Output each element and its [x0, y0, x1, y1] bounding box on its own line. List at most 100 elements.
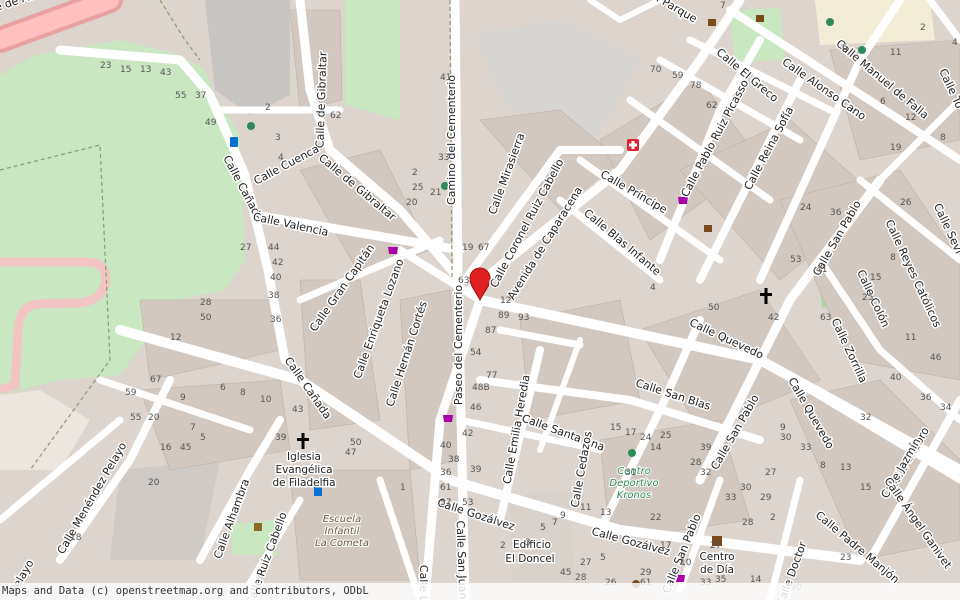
- house-number: 67: [150, 375, 161, 385]
- cafe-icon: [704, 225, 712, 232]
- shop-icon: [388, 247, 398, 254]
- house-number: 14: [650, 443, 662, 453]
- house-number: 6: [220, 383, 226, 393]
- house-number: 63: [458, 276, 469, 286]
- house-number: 48B: [472, 383, 490, 393]
- school-label: Infantil: [325, 526, 360, 537]
- house-number: 13: [140, 65, 151, 75]
- school-icon: [254, 523, 262, 531]
- pharmacy-icon: [627, 139, 639, 151]
- house-number: 25: [412, 183, 423, 193]
- house-number: 42: [462, 429, 473, 439]
- house-number: 5: [200, 433, 206, 443]
- sport-icon: [628, 449, 636, 457]
- sport-icon: [826, 18, 834, 26]
- house-number: 28: [575, 573, 587, 583]
- house-number: 20: [148, 478, 160, 488]
- house-number: 9: [780, 423, 786, 433]
- house-number: 10: [260, 395, 272, 405]
- sport-label: Deportivo: [609, 478, 658, 489]
- house-number: 67: [478, 243, 489, 253]
- house-number: 13: [600, 508, 611, 518]
- house-number: 7: [190, 423, 196, 433]
- school-label: Escuela: [323, 514, 361, 525]
- house-number: 8: [820, 461, 826, 471]
- poi-label: Centro: [699, 551, 734, 563]
- house-number: 36: [440, 468, 452, 478]
- house-number: 36: [270, 315, 282, 325]
- house-number: 50: [200, 313, 212, 323]
- house-number: 39: [275, 433, 287, 443]
- house-number: 62: [706, 101, 717, 111]
- house-number: 17: [625, 428, 636, 438]
- house-number: 6: [842, 43, 848, 53]
- house-number: 45: [560, 568, 571, 578]
- house-number: 87: [485, 326, 496, 336]
- house-number: 20: [148, 413, 160, 423]
- house-number: 41: [816, 265, 827, 275]
- house-number: 12: [905, 113, 916, 123]
- house-number: 7: [720, 1, 726, 11]
- house-number: 33: [800, 443, 811, 453]
- house-number: 8: [240, 388, 246, 398]
- house-number: 32: [860, 413, 871, 423]
- house-number: 19: [462, 243, 474, 253]
- house-number: 50: [350, 438, 362, 448]
- house-number: 33: [438, 153, 449, 163]
- house-number: 44: [268, 243, 280, 253]
- map-canvas[interactable]: Calle de GibraltarCalle de GibraltarCall…: [0, 0, 960, 600]
- house-number: 24: [800, 203, 812, 213]
- house-number: 59: [672, 71, 684, 81]
- house-number: 55: [130, 413, 141, 423]
- house-number: 30: [740, 483, 752, 493]
- house-number: 15: [120, 65, 131, 75]
- house-number: 40: [270, 273, 282, 283]
- poi-label: de Filadelfia: [272, 477, 335, 489]
- house-number: 6: [880, 97, 886, 107]
- map-attribution[interactable]: Maps and Data (c) openstreetmap.org and …: [0, 583, 960, 600]
- house-number: 28: [742, 518, 754, 528]
- house-number: 62: [330, 111, 341, 121]
- house-number: 25: [660, 431, 671, 441]
- house-number: 3: [525, 538, 531, 548]
- house-number: 43: [292, 405, 303, 415]
- house-number: 93: [518, 313, 529, 323]
- house-number: 45: [180, 443, 191, 453]
- house-number: 27: [765, 468, 776, 478]
- house-number: 2: [920, 23, 926, 33]
- house-number: 17: [660, 541, 671, 551]
- house-number: 32: [700, 468, 711, 478]
- house-number: 28: [690, 458, 702, 468]
- poi-label: Iglesia: [287, 451, 321, 463]
- house-number: 34: [940, 403, 952, 413]
- house-number: 18: [70, 533, 82, 543]
- house-number: 25: [862, 293, 873, 303]
- poi-label: Evangélica: [275, 464, 332, 476]
- house-number: 2: [770, 513, 776, 523]
- house-number: 57: [440, 498, 451, 508]
- house-number: 12: [500, 296, 511, 306]
- shop-icon: [443, 415, 453, 422]
- house-number: 39: [470, 465, 482, 475]
- house-number: 8: [890, 253, 896, 263]
- house-number: 42: [272, 258, 283, 268]
- house-number: 29: [640, 568, 652, 578]
- house-number: 23: [840, 553, 851, 563]
- house-number: 13: [840, 463, 851, 473]
- house-number: 77: [486, 371, 497, 381]
- house-number: 3: [275, 133, 281, 143]
- house-number: 4: [278, 153, 284, 163]
- sport-label: Kronos: [617, 490, 651, 501]
- house-number: 5: [600, 553, 606, 563]
- bus-stop-icon: [230, 137, 238, 147]
- house-number: 33: [725, 493, 736, 503]
- house-number: 4: [650, 283, 656, 293]
- house-number: 30: [780, 433, 792, 443]
- house-number: 78: [690, 81, 702, 91]
- house-number: 59: [125, 388, 137, 398]
- house-number: 49: [205, 118, 217, 128]
- house-number: 63: [820, 313, 831, 323]
- poi-label: Edificio: [513, 539, 551, 551]
- cafe-icon: [708, 19, 716, 26]
- house-number: 11: [890, 48, 901, 58]
